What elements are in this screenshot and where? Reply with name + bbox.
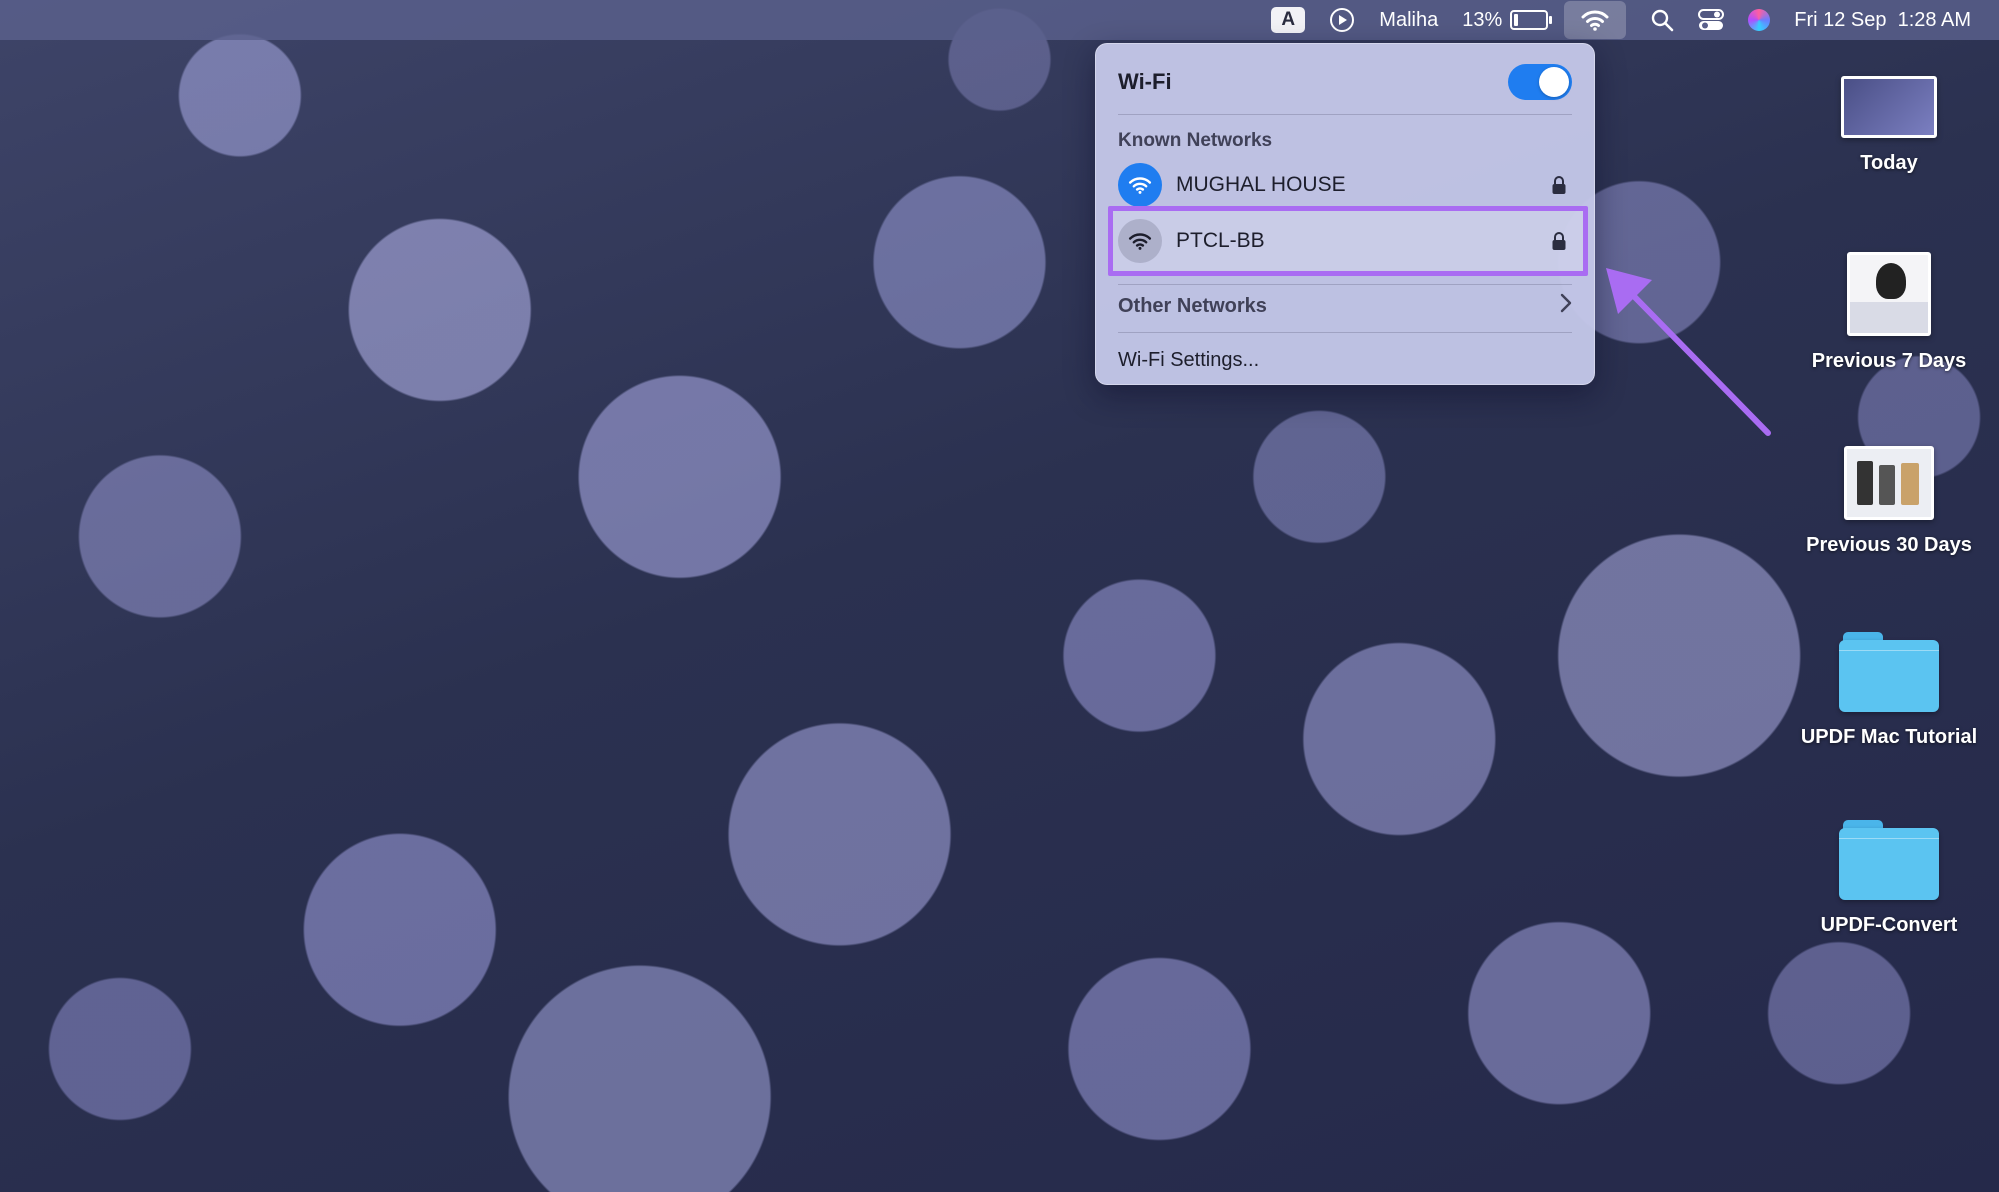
annotation-arrow-icon bbox=[1606, 268, 1771, 436]
other-networks-row[interactable]: Other Networks bbox=[1118, 284, 1572, 328]
desktop-stack-today[interactable]: Today bbox=[1789, 76, 1989, 175]
control-center-icon[interactable] bbox=[1698, 8, 1725, 32]
desktop-item-label: Previous 30 Days bbox=[1806, 534, 1972, 556]
other-networks-label: Other Networks bbox=[1118, 294, 1267, 317]
user-name-menu[interactable]: Maliha bbox=[1379, 9, 1438, 32]
wifi-icon bbox=[1118, 219, 1162, 263]
siri-icon[interactable] bbox=[1748, 9, 1771, 31]
desktop-item-label: UPDF Mac Tutorial bbox=[1800, 726, 1978, 748]
network-name: MUGHAL HOUSE bbox=[1176, 173, 1346, 196]
lock-icon bbox=[1546, 231, 1572, 251]
lock-icon bbox=[1546, 175, 1572, 195]
wifi-menu-icon[interactable] bbox=[1564, 1, 1627, 39]
battery-percent: 13% bbox=[1462, 8, 1503, 31]
desktop-item-label: Previous 7 Days bbox=[1811, 350, 1967, 372]
wifi-settings-row[interactable]: Wi-Fi Settings... bbox=[1118, 338, 1572, 382]
desktop-stack-previous-7-days[interactable]: Previous 7 Days bbox=[1789, 252, 1989, 373]
battery-fill bbox=[1514, 14, 1519, 26]
network-row-mughal-house[interactable]: MUGHAL HOUSE bbox=[1118, 162, 1572, 208]
stack-thumbnail bbox=[1847, 252, 1931, 336]
desktop-stack-previous-30-days[interactable]: Previous 30 Days bbox=[1789, 446, 1989, 557]
divider bbox=[1118, 332, 1572, 333]
desktop-folder-updf-mac-tutorial[interactable]: UPDF Mac Tutorial bbox=[1789, 632, 1989, 749]
toggle-knob bbox=[1539, 67, 1569, 97]
desktop-item-label: UPDF-Convert bbox=[1820, 914, 1958, 936]
wifi-settings-label: Wi-Fi Settings... bbox=[1118, 348, 1260, 371]
search-icon[interactable] bbox=[1650, 8, 1674, 32]
wifi-connected-icon bbox=[1118, 163, 1162, 207]
chevron-right-icon bbox=[1560, 293, 1572, 319]
wifi-panel-title: Wi-Fi bbox=[1118, 69, 1172, 94]
battery-menu[interactable]: 13% bbox=[1462, 8, 1553, 32]
wifi-panel-header: Wi-Fi bbox=[1118, 60, 1572, 104]
input-source-badge: A bbox=[1271, 7, 1306, 33]
known-networks-heading: Known Networks bbox=[1118, 130, 1273, 151]
play-icon[interactable] bbox=[1329, 7, 1355, 33]
desktop-folder-updf-convert[interactable]: UPDF-Convert bbox=[1789, 820, 1989, 937]
folder-icon bbox=[1839, 820, 1939, 900]
stack-thumbnail bbox=[1844, 446, 1934, 520]
network-row-ptcl-bb[interactable]: PTCL-BB bbox=[1118, 218, 1572, 264]
wifi-toggle-switch[interactable] bbox=[1508, 64, 1572, 100]
wifi-dropdown-panel: Wi-Fi Known Networks MUGHAL HOUSE PTCL-B… bbox=[1095, 43, 1595, 385]
desktop-item-label: Today bbox=[1860, 152, 1918, 174]
network-name: PTCL-BB bbox=[1176, 229, 1265, 252]
menu-bar: A Maliha 13% Fri 12 Sep 1:28 AM bbox=[0, 0, 1999, 40]
folder-icon bbox=[1839, 632, 1939, 712]
menubar-clock[interactable]: Fri 12 Sep 1:28 AM bbox=[1794, 9, 1971, 32]
divider bbox=[1118, 114, 1572, 115]
input-source-menu[interactable]: A bbox=[1271, 7, 1306, 33]
desktop-wallpaper bbox=[0, 0, 1999, 1192]
stack-thumbnail bbox=[1841, 76, 1937, 138]
battery-icon bbox=[1510, 10, 1553, 30]
